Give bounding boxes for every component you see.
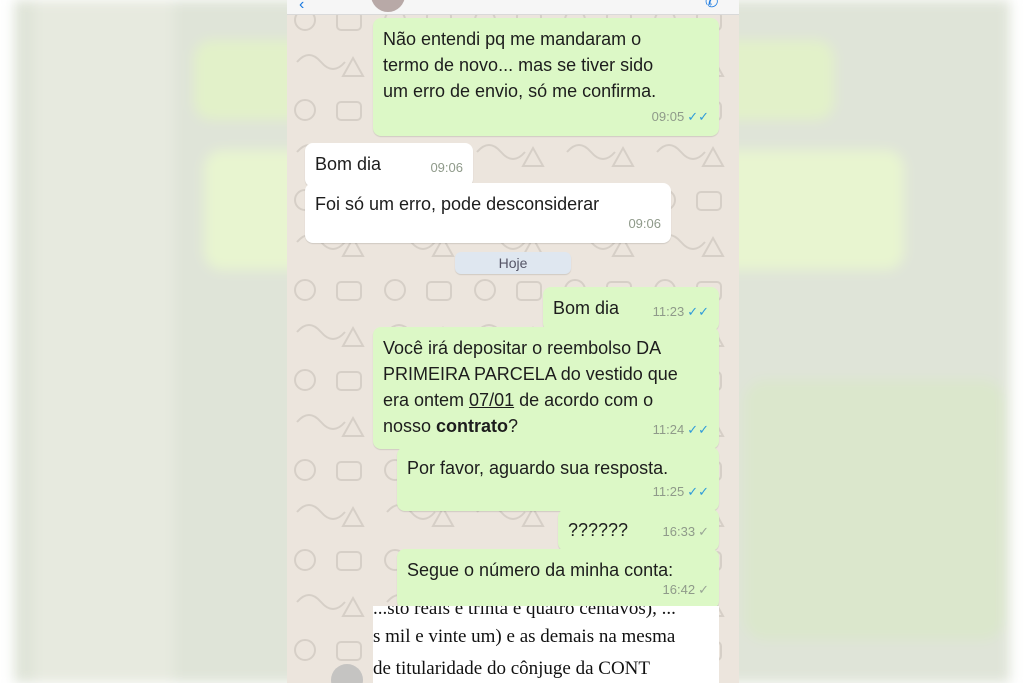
message-time: 11:24 xyxy=(652,422,685,437)
message-text: Foi só um erro, pode desconsiderar xyxy=(315,194,600,214)
message-bubble-outgoing[interactable]: ?????? 16:33 ✓ xyxy=(558,509,719,551)
message-text: Por favor, aguardo sua resposta. xyxy=(407,458,669,478)
document-text-line: de titularidade do cônjuge da CONT xyxy=(373,658,651,679)
chat-screen: ‹ ✆ Não entendi pq me mandaram o termo d… xyxy=(287,0,739,683)
date-link[interactable]: 07/01 xyxy=(469,390,514,410)
message-text-line: Não entendi pq me mandaram o xyxy=(383,29,642,49)
message-text-line: era ontem 07/01 de acordo com o xyxy=(383,387,709,413)
message-time: 09:06 xyxy=(628,216,661,231)
message-text-fragment: era ontem xyxy=(383,390,470,410)
message-meta: 11:25 ✓✓ xyxy=(653,479,709,505)
message-text-line: PRIMEIRA PARCELA do vestido que xyxy=(383,364,678,384)
message-meta: 16:42 ✓ xyxy=(663,577,709,603)
message-meta: 16:33 ✓ xyxy=(663,519,709,545)
date-divider: Hoje xyxy=(455,252,571,274)
message-text-fragment: de acordo com o xyxy=(514,390,654,410)
read-ticks-icon: ✓✓ xyxy=(687,484,709,499)
message-meta: 09:06 xyxy=(628,211,661,237)
message-bubble-outgoing[interactable]: Bom dia 11:23 ✓✓ xyxy=(543,287,719,331)
message-meta: 09:06 xyxy=(430,155,463,181)
message-text-fragment: nosso xyxy=(383,416,437,436)
chat-header: ‹ ✆ xyxy=(287,0,739,15)
message-meta: 11:24 ✓✓ xyxy=(653,417,709,443)
sent-tick-icon: ✓ xyxy=(698,582,709,597)
message-time: 09:06 xyxy=(430,160,463,175)
back-chevron-icon[interactable]: ‹ xyxy=(299,0,304,14)
message-bubble-incoming[interactable]: Bom dia 09:06 xyxy=(305,143,473,187)
message-text-line: Você irá depositar o reembolso DA xyxy=(383,338,662,358)
document-text-line: s mil e vinte um) e as demais na mesma xyxy=(373,626,676,647)
document-image-attachment[interactable]: ...sto reais e trinta e quatro centavos)… xyxy=(373,606,719,683)
message-time: 16:33 xyxy=(662,524,696,539)
message-bubble-outgoing[interactable]: Segue o número da minha conta: 16:42 ✓ xyxy=(397,549,719,609)
message-bubble-outgoing[interactable]: Você irá depositar o reembolso DA PRIMEI… xyxy=(373,327,719,449)
message-time: 16:42 xyxy=(662,582,696,597)
read-ticks-icon: ✓✓ xyxy=(687,109,709,124)
sent-tick-icon: ✓ xyxy=(698,524,709,539)
message-time: 11:23 xyxy=(652,304,685,319)
message-bubble-outgoing[interactable]: Não entendi pq me mandaram o termo de no… xyxy=(373,18,719,136)
bold-text: contrato xyxy=(436,416,509,436)
message-time: 09:05 xyxy=(651,109,685,124)
read-ticks-icon: ✓✓ xyxy=(687,304,709,319)
message-time: 11:25 xyxy=(652,484,685,499)
message-bubble-incoming[interactable]: Foi só um erro, pode desconsiderar 09:06 xyxy=(305,183,671,243)
call-icon[interactable]: ✆ xyxy=(705,0,718,12)
blur-shape xyxy=(744,380,1004,640)
blur-shape xyxy=(34,0,174,683)
message-text-line: um erro de envio, só me confirma. xyxy=(383,81,657,101)
contact-avatar[interactable] xyxy=(371,0,405,12)
document-text-line: ...sto reais e trinta e quatro centavos)… xyxy=(373,606,676,619)
message-text-line: termo de novo... mas se tiver sido xyxy=(383,55,654,75)
message-bubble-outgoing[interactable]: Por favor, aguardo sua resposta. 11:25 ✓✓ xyxy=(397,447,719,511)
message-meta: 09:05 ✓✓ xyxy=(652,104,709,130)
message-text-fragment: ? xyxy=(508,416,519,436)
message-meta: 11:23 ✓✓ xyxy=(653,299,709,325)
read-ticks-icon: ✓✓ xyxy=(687,422,709,437)
